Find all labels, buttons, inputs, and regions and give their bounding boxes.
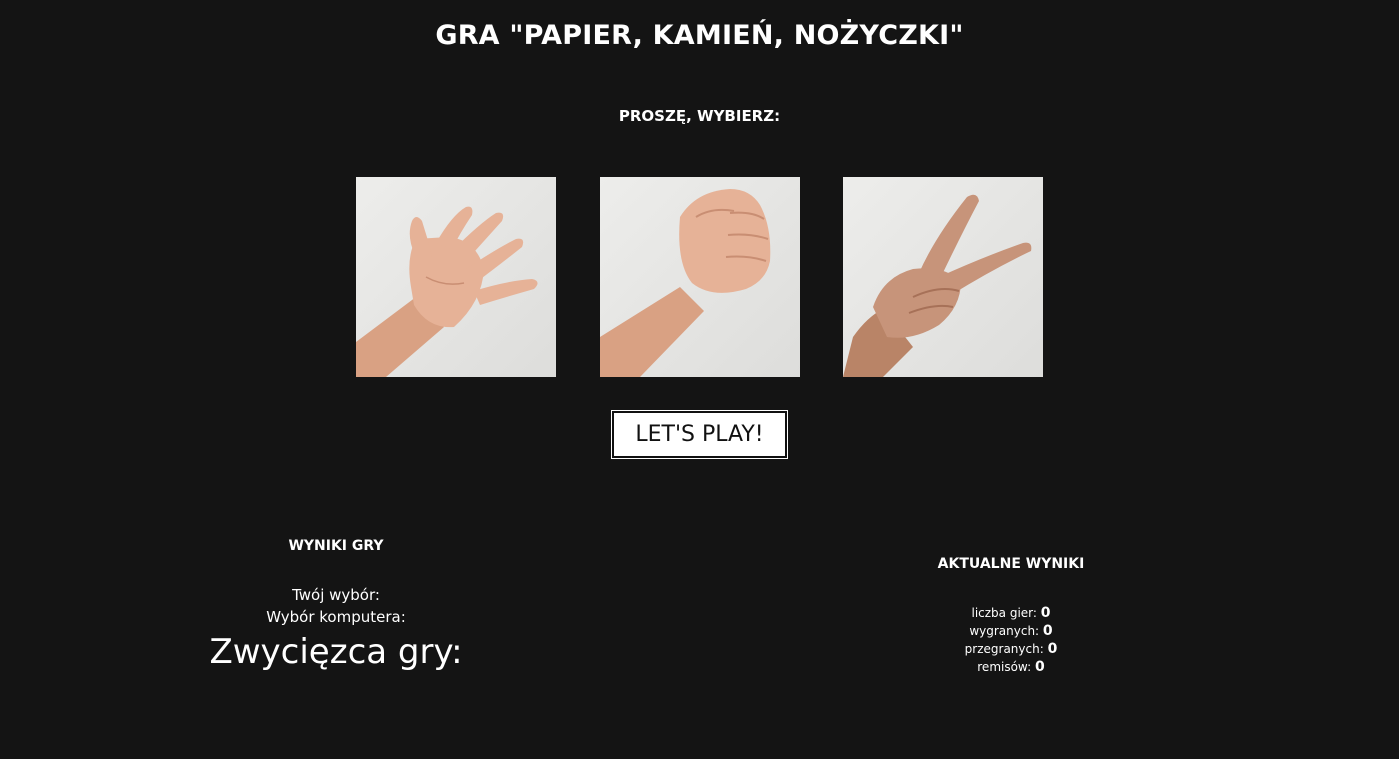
your-choice-line: Twój wybór: (292, 586, 380, 604)
fist-rock-icon (600, 177, 800, 377)
losses-value: 0 (1047, 641, 1058, 657)
current-scores-panel: AKTUALNE WYNIKI liczba gier: 0 wygranych… (861, 556, 1161, 676)
choice-scissors[interactable] (843, 177, 1043, 377)
play-button[interactable]: LET'S PLAY! (611, 410, 788, 459)
losses-label: przegranych: (964, 642, 1044, 656)
choose-prompt: PROSZĘ, WYBIERZ: (618, 107, 781, 125)
losses-row: przegranych: 0 (861, 640, 1161, 658)
choice-rock[interactable] (600, 177, 800, 377)
games-count-label: liczba gier: (971, 606, 1037, 620)
draws-label: remisów: (977, 660, 1032, 674)
open-hand-paper-icon (356, 177, 556, 377)
draws-value: 0 (1034, 659, 1045, 675)
games-count-value: 0 (1040, 605, 1051, 621)
game-results-panel: WYNIKI GRY Twój wybór: Wybór komputera: … (186, 538, 486, 672)
choice-paper[interactable] (356, 177, 556, 377)
wins-value: 0 (1042, 623, 1053, 639)
v-sign-scissors-icon (843, 177, 1043, 377)
wins-label: wygranych: (969, 624, 1040, 638)
page-title: GRA "PAPIER, KAMIEŃ, NOŻYCZKI" (435, 20, 964, 51)
computer-choice-line: Wybór komputera: (266, 608, 406, 626)
wins-row: wygranych: 0 (861, 622, 1161, 640)
games-count-row: liczba gier: 0 (861, 604, 1161, 622)
results-heading: WYNIKI GRY (288, 538, 384, 554)
scores-heading: AKTUALNE WYNIKI (937, 556, 1085, 572)
game-page: GRA "PAPIER, KAMIEŃ, NOŻYCZKI" PROSZĘ, W… (0, 0, 1399, 759)
winner-line: Zwycięzca gry: (209, 632, 463, 672)
draws-row: remisów: 0 (861, 658, 1161, 676)
